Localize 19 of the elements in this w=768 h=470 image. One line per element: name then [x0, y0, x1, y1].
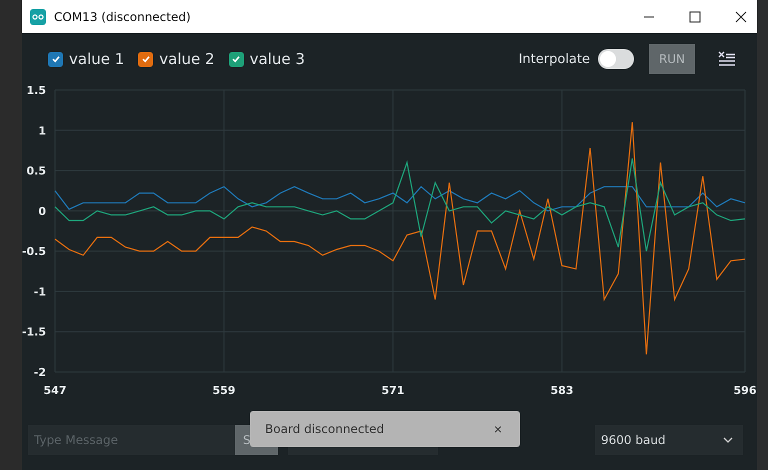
x-tick-label: 547 [44, 384, 66, 397]
y-tick-label: 0.5 [26, 164, 46, 178]
toast-message: Board disconnected [265, 422, 384, 436]
x-tick-label: 596 [734, 384, 756, 397]
x-tick-label: 559 [212, 384, 236, 397]
y-tick-label: 1.5 [26, 85, 46, 97]
legend-label: value 3 [250, 50, 305, 68]
y-tick-label: 1 [38, 124, 46, 138]
y-tick-label: -0.5 [22, 245, 46, 258]
y-tick-label: -1 [34, 285, 46, 298]
x-tick-label: 583 [550, 384, 574, 397]
y-tick-label: 0 [38, 204, 46, 218]
y-tick-label: -2 [34, 366, 46, 379]
window-title: COM13 (disconnected) [54, 10, 191, 24]
x-tick-label: 571 [381, 384, 404, 397]
legend-label: value 2 [159, 50, 215, 68]
interpolate-label: Interpolate [518, 52, 590, 66]
y-tick-label: -1.5 [22, 326, 46, 339]
legend-label: value 1 [69, 50, 124, 68]
